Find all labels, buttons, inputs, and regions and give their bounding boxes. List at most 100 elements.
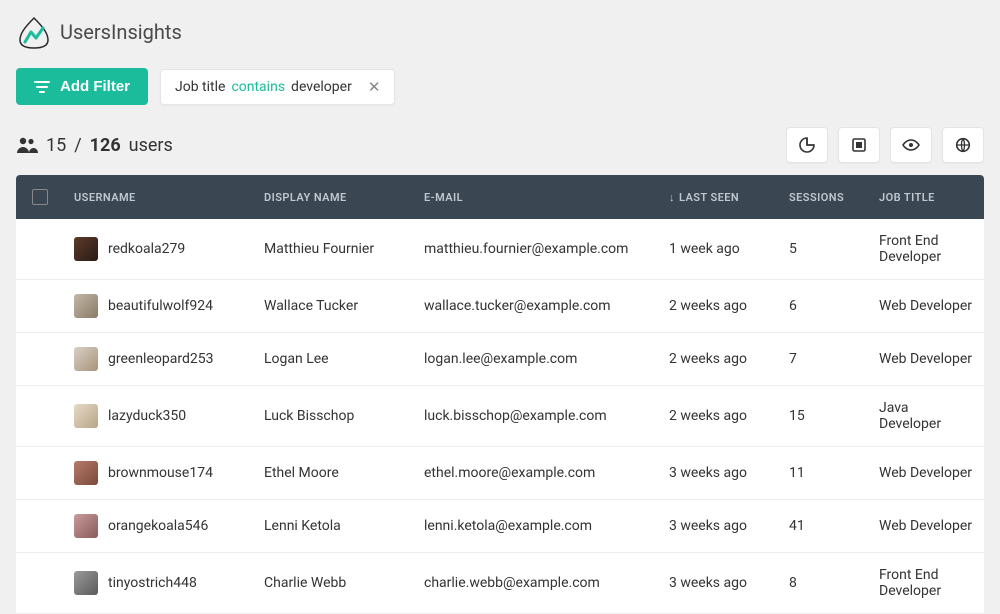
cell-username: redkoala279 — [64, 223, 254, 275]
col-last-seen[interactable]: ↓LAST SEEN — [659, 177, 779, 218]
cell-sessions: 7 — [779, 337, 869, 381]
cell-display-name: Lenni Ketola — [254, 504, 414, 548]
count-label: users — [129, 135, 173, 156]
brand-name: UsersInsights — [60, 20, 182, 44]
table-row[interactable]: lazyduck350Luck Bisschopluck.bisschop@ex… — [16, 386, 984, 447]
eye-icon — [902, 137, 920, 153]
cell-job-title: Web Developer — [869, 451, 984, 495]
globe-button[interactable] — [942, 127, 984, 163]
cell-job-title: Web Developer — [869, 504, 984, 548]
cell-sessions: 15 — [779, 394, 869, 438]
avatar — [74, 237, 98, 261]
filter-icon — [34, 80, 50, 94]
cell-sessions: 11 — [779, 451, 869, 495]
select-all-checkbox[interactable] — [32, 189, 48, 205]
columns-button[interactable] — [838, 127, 880, 163]
row-check-cell — [16, 512, 64, 540]
username-text: lazyduck350 — [108, 408, 186, 424]
table-row[interactable]: orangekoala546 Lenni Ketolalenni.ketola@e… — [16, 500, 984, 553]
col-email[interactable]: E-MAIL — [414, 177, 659, 218]
col-display-name[interactable]: DISPLAY NAME — [254, 177, 414, 218]
username-text: brownmouse174 — [108, 465, 213, 481]
cell-display-name: Ethel Moore — [254, 451, 414, 495]
col-job-title[interactable]: JOB TITLE — [869, 177, 984, 218]
brand-logo: UsersInsights — [16, 14, 182, 50]
table-header: USERNAME DISPLAY NAME E-MAIL ↓LAST SEEN … — [16, 175, 984, 219]
users-icon — [16, 136, 38, 154]
table-row[interactable]: beautifulwolf924Wallace Tuckerwallace.tu… — [16, 280, 984, 333]
globe-icon — [955, 137, 971, 153]
user-count: 15 / 126 users — [16, 135, 173, 156]
cell-last-seen: 2 weeks ago — [659, 337, 779, 381]
row-check-cell — [16, 292, 64, 320]
filter-value: developer — [291, 79, 352, 95]
cell-job-title: Web Developer — [869, 284, 984, 328]
cell-username: brownmouse174 — [64, 447, 254, 499]
row-check-cell — [16, 569, 64, 597]
pie-chart-icon — [799, 137, 815, 153]
row-check-cell — [16, 459, 64, 487]
cell-display-name: Matthieu Fournier — [254, 227, 414, 271]
table-row[interactable]: tinyostrich448 Charlie Webbcharlie.webb@e… — [16, 553, 984, 614]
cell-username: beautifulwolf924 — [64, 280, 254, 332]
cell-last-seen: 1 week ago — [659, 227, 779, 271]
cell-display-name: Logan Lee — [254, 337, 414, 381]
cell-display-name: Charlie Webb — [254, 561, 414, 605]
cell-username: greenleopard253 — [64, 333, 254, 385]
cell-job-title: Web Developer — [869, 337, 984, 381]
row-check-cell — [16, 402, 64, 430]
table-body: redkoala279 Matthieu Fourniermatthieu.fou… — [16, 219, 984, 614]
cell-username: tinyostrich448 — [64, 557, 254, 609]
cell-last-seen: 2 weeks ago — [659, 284, 779, 328]
username-text: tinyostrich448 — [108, 575, 197, 591]
row-check-cell — [16, 235, 64, 263]
cell-job-title: Java Developer — [869, 386, 984, 446]
add-filter-button[interactable]: Add Filter — [16, 68, 148, 105]
table-row[interactable]: brownmouse174 Ethel Mooreethel.moore@exam… — [16, 447, 984, 500]
cell-sessions: 5 — [779, 227, 869, 271]
username-text: beautifulwolf924 — [108, 298, 213, 314]
cell-email: ethel.moore@example.com — [414, 451, 659, 495]
col-username[interactable]: USERNAME — [64, 177, 254, 218]
cell-sessions: 8 — [779, 561, 869, 605]
cell-last-seen: 3 weeks ago — [659, 451, 779, 495]
username-text: redkoala279 — [108, 241, 185, 257]
cell-email: matthieu.fournier@example.com — [414, 227, 659, 271]
cell-email: charlie.webb@example.com — [414, 561, 659, 605]
cell-username: orangekoala546 — [64, 500, 254, 552]
filter-operator: contains — [231, 79, 285, 95]
table-row[interactable]: redkoala279 Matthieu Fourniermatthieu.fou… — [16, 219, 984, 280]
cell-last-seen: 3 weeks ago — [659, 504, 779, 548]
username-text: greenleopard253 — [108, 351, 213, 367]
count-sep: / — [74, 135, 81, 156]
username-text: orangekoala546 — [108, 518, 208, 534]
cell-sessions: 6 — [779, 284, 869, 328]
col-sessions[interactable]: SESSIONS — [779, 177, 869, 218]
avatar — [74, 571, 98, 595]
cell-job-title: Front End Developer — [869, 219, 984, 279]
cell-display-name: Luck Bisschop — [254, 394, 414, 438]
table-row[interactable]: greenleopard253 Logan Leelogan.lee@exampl… — [16, 333, 984, 386]
brand-logo-icon — [16, 14, 52, 50]
cell-username: lazyduck350 — [64, 390, 254, 442]
avatar — [74, 404, 98, 428]
chart-button[interactable] — [786, 127, 828, 163]
count-shown: 15 — [46, 135, 66, 156]
remove-filter-icon[interactable]: ✕ — [368, 78, 381, 96]
cell-last-seen: 2 weeks ago — [659, 394, 779, 438]
avatar — [74, 461, 98, 485]
col-last-seen-label: LAST SEEN — [679, 191, 739, 204]
active-filter-chip[interactable]: Job title contains developer ✕ — [160, 69, 395, 105]
visibility-button[interactable] — [890, 127, 932, 163]
cell-email: logan.lee@example.com — [414, 337, 659, 381]
count-total: 126 — [90, 135, 121, 156]
avatar — [74, 514, 98, 538]
cell-sessions: 41 — [779, 504, 869, 548]
add-filter-label: Add Filter — [60, 78, 130, 95]
avatar — [74, 294, 98, 318]
select-all-cell — [16, 175, 64, 219]
columns-icon — [851, 137, 867, 153]
cell-display-name: Wallace Tucker — [254, 284, 414, 328]
row-check-cell — [16, 345, 64, 373]
cell-email: lenni.ketola@example.com — [414, 504, 659, 548]
